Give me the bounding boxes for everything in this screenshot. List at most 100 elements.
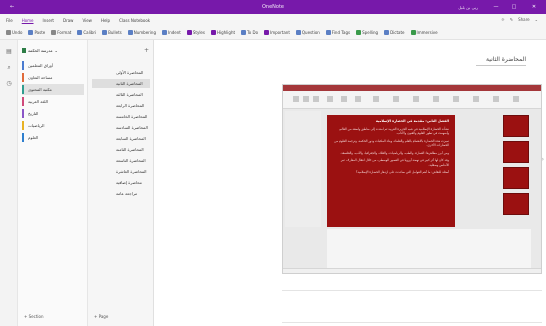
ribbon-button-2[interactable]: Format [51, 30, 71, 35]
ribbon-label: Numbering [133, 30, 157, 35]
bullets-icon [102, 30, 108, 35]
add-page-icon[interactable]: + [144, 47, 149, 54]
ribbon-label: Styles [192, 30, 205, 35]
title-underline [476, 65, 526, 66]
section-color-tab [22, 133, 24, 142]
add-page-button[interactable]: + Page [94, 314, 108, 319]
tab-4[interactable]: View [82, 18, 92, 23]
search-icon[interactable]: ⌕ [5, 64, 13, 71]
tab-3[interactable]: Draw [63, 18, 73, 23]
section-color-tab [22, 85, 24, 94]
page-item[interactable]: محاضرة إضافية [92, 178, 150, 187]
slide-thumbnails [503, 115, 531, 219]
ribbon-button-0[interactable]: Undo [6, 30, 22, 35]
todo-icon [241, 30, 247, 35]
title-bar: ← OneNote ربى بن بلبل — □ ✕ [0, 0, 546, 14]
page-item[interactable]: المحاضرة الرابعة [92, 101, 150, 110]
page-item[interactable]: المحاضرة الثامنة [92, 145, 150, 154]
ribbon-label: Highlight [216, 30, 236, 35]
tab-6[interactable]: Class Notebook [119, 18, 150, 23]
ribbon-button-3[interactable]: Calibri [77, 30, 96, 35]
section-item[interactable]: الرياضيات [22, 120, 84, 131]
ribbon-button-5[interactable]: Numbering [127, 30, 157, 35]
ribbon-button-15[interactable]: Immersive [410, 30, 438, 35]
ribbon-button-8[interactable]: Highlight [210, 30, 236, 35]
tab-5[interactable]: Help [101, 18, 110, 23]
account-name[interactable]: ربى بن بلبل [458, 5, 478, 10]
slide-heading: الفصل الثاني: مقدمة في الحضارة الإسلامية [375, 119, 449, 123]
onenote-window: ← OneNote ربى بن بلبل — □ ✕ File Home Inse… [0, 0, 546, 326]
ribbon-button-7[interactable]: Styles [186, 30, 205, 35]
chevron-down-icon: ⌄ [54, 48, 58, 53]
tab-2[interactable]: Insert [43, 18, 54, 23]
embedded-ribbon [283, 91, 541, 109]
chevron-right-icon[interactable]: › [542, 156, 544, 163]
notebook-selector[interactable]: مدرسة الحكمة ⌄ [22, 48, 58, 53]
page-item[interactable]: المحاضرة السادسة [92, 123, 150, 132]
page-item[interactable]: مراجعة عامة [92, 189, 150, 198]
section-label: أوراق المعلمين [28, 63, 53, 68]
ribbon-label: Undo [12, 30, 23, 35]
embedded-notes-area [327, 229, 531, 269]
add-section-button[interactable]: + Section [24, 314, 43, 319]
section-item[interactable]: العلوم [22, 132, 84, 143]
menu-tool-1[interactable]: ✎ [510, 17, 513, 22]
ribbon-button-13[interactable]: Spelling [356, 30, 378, 35]
ribbon-button-6[interactable]: Indent [162, 30, 181, 35]
maximize-icon[interactable]: □ [508, 3, 520, 11]
page-item[interactable]: المحاضرة العاشرة [92, 167, 150, 176]
section-item[interactable]: أوراق المعلمين [22, 60, 84, 71]
ribbon-label: Calibri [83, 30, 97, 35]
section-item[interactable]: مكتبة المحتوى [22, 84, 84, 95]
ribbon-toolbar: Undo Paste Format Calibri Bullets Numbering In… [0, 26, 546, 40]
highlight-icon [210, 30, 216, 35]
ribbon-label: Dictate [390, 30, 405, 35]
menu-tool-0[interactable]: ☼ [501, 17, 505, 22]
menu-tool-3[interactable]: ⌄ [535, 17, 538, 22]
section-label: مساحة التعاون [28, 75, 53, 80]
indent-icon [162, 30, 168, 35]
menu-tool-2[interactable]: Share [518, 17, 530, 22]
section-item[interactable]: التاريخ [22, 108, 84, 119]
page-title[interactable]: المحاضرة الثانية [486, 56, 526, 63]
find-tags-icon [325, 30, 331, 35]
page-item[interactable]: المحاضرة الخامسة [92, 112, 150, 121]
section-label: اللغة العربية [28, 99, 48, 104]
embedded-slide: الفصل الثاني: مقدمة في الحضارة الإسلامية… [327, 115, 455, 227]
slide-thumbnail [503, 193, 529, 215]
tab-0[interactable]: File [6, 18, 13, 23]
notebooks-icon[interactable]: ▤ [5, 48, 13, 55]
ribbon-label: Bullets [108, 30, 122, 35]
page-item[interactable]: المحاضرة الأولى [92, 68, 150, 77]
section-item[interactable]: اللغة العربية [22, 96, 84, 107]
tab-1[interactable]: Home [22, 18, 34, 23]
ribbon-button-4[interactable]: Bullets [102, 30, 122, 35]
page-canvas[interactable]: المحاضرة الثانية الفصل الثاني: مقدمة في … [154, 40, 546, 326]
page-item[interactable]: المحاضرة التاسعة [92, 156, 150, 165]
page-item[interactable]: المحاضرة الثانية [92, 79, 150, 88]
ribbon-label: Paste [34, 30, 46, 35]
close-icon[interactable]: ✕ [528, 3, 540, 11]
ribbon-button-14[interactable]: Dictate [384, 30, 405, 35]
embedded-slide-image[interactable]: الفصل الثاني: مقدمة في الحضارة الإسلامية… [282, 84, 542, 274]
recent-icon[interactable]: ◷ [5, 80, 13, 87]
page-item[interactable]: المحاضرة الثالثة [92, 90, 150, 99]
paste-icon [28, 30, 34, 35]
ribbon-button-12[interactable]: Find Tags [325, 30, 350, 35]
page-item[interactable]: المحاضرة السابعة [92, 134, 150, 143]
ribbon-button-10[interactable]: Important [264, 30, 290, 35]
section-item[interactable]: مساحة التعاون [22, 72, 84, 83]
ribbon-button-11[interactable]: Question [295, 30, 320, 35]
section-label: الرياضيات [28, 123, 45, 128]
menu-right-tools: ☼ ✎ Share ⌄ [501, 17, 538, 22]
minimize-icon[interactable]: — [490, 3, 502, 11]
ribbon-button-1[interactable]: Paste [28, 30, 45, 35]
note-divider [282, 322, 542, 323]
ribbon-label: To Do [247, 30, 259, 35]
ribbon-label: Spelling [362, 30, 379, 35]
slide-thumbnail [503, 115, 529, 137]
slide-paragraph: وقد كان لها أثر كبير في نهضة أوروبا في ا… [340, 158, 449, 167]
note-divider [282, 290, 542, 291]
ribbon-button-9[interactable]: To Do [241, 30, 258, 35]
question-icon [295, 30, 301, 35]
